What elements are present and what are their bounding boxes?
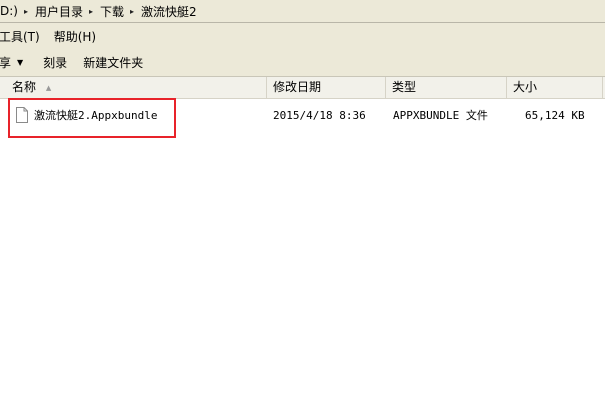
breadcrumb-separator-icon[interactable]: ▸ [19, 7, 34, 16]
column-header-size-label: 大小 [513, 80, 538, 94]
burn-button[interactable]: 刻录 [43, 54, 67, 71]
file-date: 2015/4/18 8:36 [273, 109, 366, 122]
new-folder-button[interactable]: 新建文件夹 [83, 54, 143, 71]
breadcrumb-drive[interactable]: D:) [0, 4, 19, 18]
menu-help[interactable]: 帮助(H) [54, 28, 96, 45]
column-header-size[interactable]: 大小 [507, 77, 603, 98]
column-header-name[interactable]: 名称 ▲ [0, 77, 267, 98]
share-dropdown-icon[interactable]: ▼ [17, 58, 23, 67]
address-bar[interactable]: D:) ▸ 用户目录 ▸ 下载 ▸ 激流快艇2 [0, 0, 605, 23]
share-button[interactable]: 享 [0, 54, 11, 71]
column-header-type-label: 类型 [392, 80, 417, 94]
file-size: 65,124 KB [525, 109, 585, 122]
menu-bar: 工具(T) 帮助(H) [0, 23, 605, 49]
file-list[interactable]: 激流快艇2.Appxbundle 2015/4/18 8:36 APPXBUND… [0, 99, 605, 401]
sort-ascending-icon: ▲ [45, 84, 52, 92]
breadcrumb-separator-icon[interactable]: ▸ [84, 7, 99, 16]
column-header: 名称 ▲ 修改日期 类型 大小 [0, 77, 605, 99]
file-type: APPXBUNDLE 文件 [393, 109, 488, 122]
column-header-date[interactable]: 修改日期 [267, 77, 386, 98]
breadcrumb-downloads[interactable]: 下载 [99, 3, 125, 20]
column-header-name-label: 名称 [12, 80, 37, 94]
menu-tools[interactable]: 工具(T) [0, 28, 40, 45]
breadcrumb-separator-icon[interactable]: ▸ [125, 7, 140, 16]
highlight-box [8, 98, 176, 138]
command-toolbar: 享 ▼ 刻录 新建文件夹 [0, 49, 605, 77]
breadcrumb-user-folder[interactable]: 用户目录 [34, 3, 84, 20]
column-header-date-label: 修改日期 [273, 80, 322, 94]
column-header-type[interactable]: 类型 [386, 77, 507, 98]
breadcrumb-current-folder[interactable]: 激流快艇2 [140, 3, 198, 20]
